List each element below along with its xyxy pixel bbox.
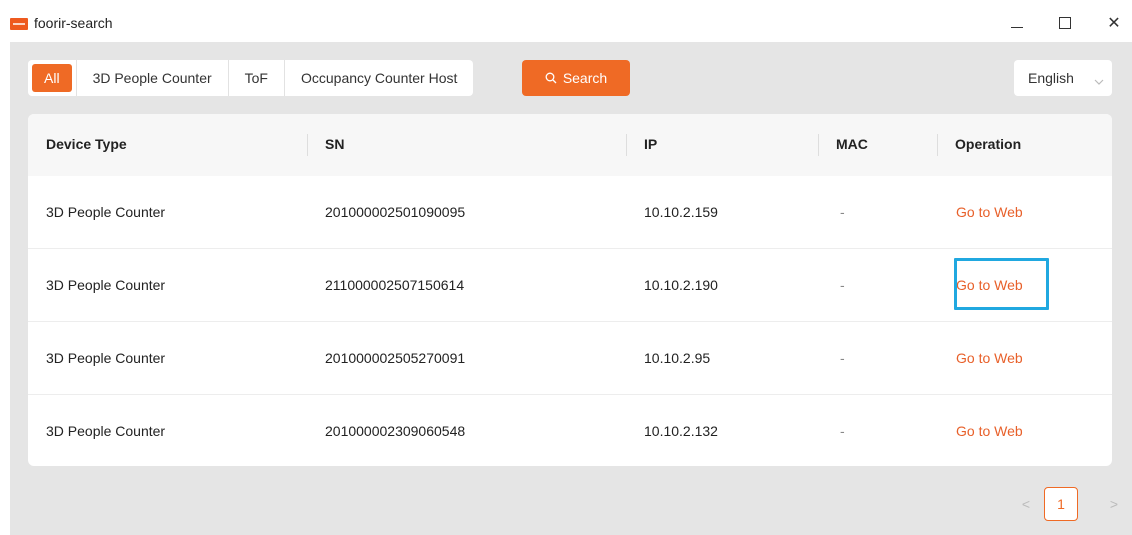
go-to-web-link[interactable]: Go to Web [956, 204, 1023, 220]
chevron-left-icon: < [1021, 496, 1031, 512]
column-divider [937, 134, 938, 156]
highlight-box [954, 258, 1049, 310]
column-header-ip: IP [644, 136, 658, 152]
filter-tab-tof[interactable]: ToF [229, 60, 285, 96]
column-header-device-type: Device Type [46, 136, 127, 152]
column-header-operation: Operation [955, 136, 1022, 152]
go-to-web-link[interactable]: Go to Web [956, 350, 1023, 366]
mac-cell: - [840, 350, 845, 366]
title-bar: foorir-search ✕ [0, 0, 1132, 42]
pagination-current-page[interactable]: 1 [1044, 487, 1078, 521]
table-row: 3D People Counter 211000002507150614 10.… [28, 249, 1112, 322]
device-type-cell: 3D People Counter [46, 277, 166, 293]
close-button[interactable]: ✕ [1097, 10, 1131, 36]
language-value: English [1028, 70, 1074, 86]
table-row: 3D People Counter 201000002505270091 10.… [28, 322, 1112, 395]
column-header-mac: MAC [836, 136, 868, 152]
search-button-label: Search [562, 70, 608, 86]
app-logo-icon [10, 18, 28, 30]
sn-cell: 201000002309060548 [325, 423, 466, 439]
column-divider [307, 134, 308, 156]
filter-tab-3d-people-counter[interactable]: 3D People Counter [77, 60, 229, 96]
search-icon [545, 72, 557, 84]
device-type-filter: All 3D People Counter ToF Occupancy Coun… [28, 60, 474, 96]
ip-cell: 10.10.2.95 [644, 350, 711, 366]
mac-cell: - [840, 204, 845, 220]
search-button[interactable]: Search [522, 60, 630, 96]
mac-cell: - [840, 277, 845, 293]
column-divider [818, 134, 819, 156]
sn-cell: 201000002501090095 [325, 204, 466, 220]
pagination-next-button[interactable]: > [1102, 487, 1126, 521]
device-type-cell: 3D People Counter [46, 204, 166, 220]
pagination-prev-button[interactable]: < [1014, 487, 1038, 521]
language-select[interactable]: English [1014, 60, 1112, 96]
workspace: All 3D People Counter ToF Occupancy Coun… [10, 42, 1132, 535]
minimize-button[interactable] [1000, 10, 1034, 36]
column-divider [626, 134, 627, 156]
device-table: Device Type SN IP MAC Operation 3D Peopl… [28, 114, 1112, 466]
table-row: 3D People Counter 201000002501090095 10.… [28, 176, 1112, 249]
mac-cell: - [840, 423, 845, 439]
table-header: Device Type SN IP MAC Operation [28, 114, 1112, 176]
window-title: foorir-search [34, 15, 113, 31]
chevron-down-icon [1094, 73, 1104, 89]
go-to-web-link[interactable]: Go to Web [956, 423, 1023, 439]
sn-cell: 211000002507150614 [325, 277, 465, 293]
column-header-sn: SN [325, 136, 345, 152]
filter-tab-occupancy-counter-host[interactable]: Occupancy Counter Host [285, 60, 473, 96]
ip-cell: 10.10.2.132 [644, 423, 718, 439]
close-icon: ✕ [1107, 15, 1121, 32]
maximize-icon [1059, 17, 1071, 29]
ip-cell: 10.10.2.159 [644, 204, 718, 220]
filter-tab-all[interactable]: All [32, 64, 72, 92]
device-type-cell: 3D People Counter [46, 350, 166, 366]
maximize-button[interactable] [1048, 10, 1082, 36]
filter-all-wrapper: All [28, 60, 77, 96]
table-row: 3D People Counter 201000002309060548 10.… [28, 395, 1112, 466]
chevron-right-icon: > [1109, 496, 1119, 512]
minimize-icon [1011, 26, 1023, 28]
device-type-cell: 3D People Counter [46, 423, 166, 439]
sn-cell: 201000002505270091 [325, 350, 466, 366]
ip-cell: 10.10.2.190 [644, 277, 718, 293]
